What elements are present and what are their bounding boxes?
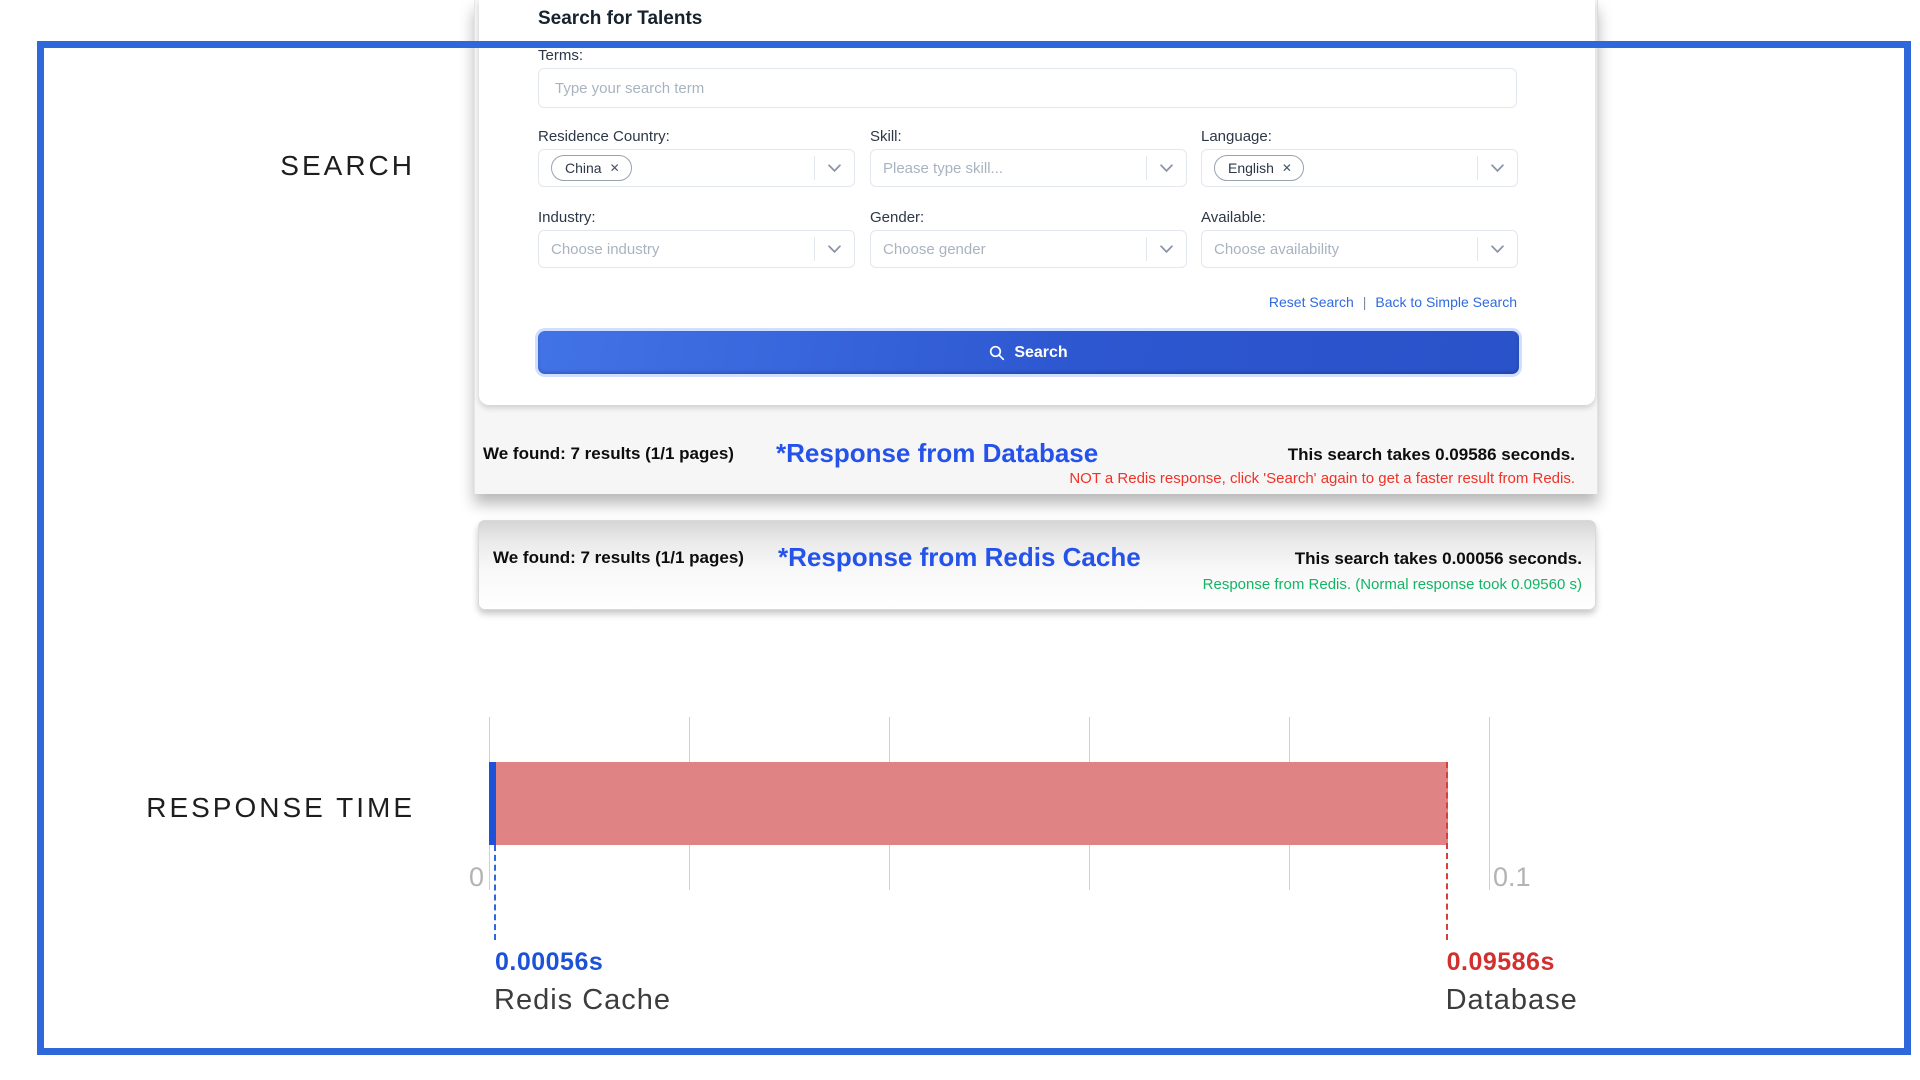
database-dashed-line — [1446, 762, 1448, 940]
language-label: Language: — [1201, 128, 1272, 145]
search-results-card: Search for Talents Terms: Residence Coun… — [474, 0, 1598, 494]
redis-result-count: We found: 7 results (1/1 pages) — [493, 548, 744, 568]
industry-select[interactable]: Choose industry — [538, 230, 855, 268]
link-separator: | — [1363, 294, 1367, 310]
section-label-search: SEARCH — [95, 150, 415, 182]
redis-value-label: 0.00056s — [495, 948, 603, 977]
industry-label: Industry: — [538, 209, 596, 226]
selected-chip-china: China ✕ — [551, 155, 632, 181]
form-links: Reset Search | Back to Simple Search — [1269, 294, 1517, 310]
redis-dashed-line — [494, 845, 496, 940]
axis-tick-zero: 0 — [452, 862, 484, 893]
chevron-down-icon — [1146, 237, 1186, 261]
available-placeholder: Choose availability — [1214, 241, 1339, 258]
chevron-down-icon — [1477, 156, 1517, 180]
chevron-down-icon — [814, 237, 854, 261]
redis-result-source: *Response from Redis Cache — [778, 542, 1141, 573]
page-title: Search for Talents — [538, 8, 702, 30]
gender-label: Gender: — [870, 209, 924, 226]
redis-result-card: We found: 7 results (1/1 pages) *Respons… — [478, 520, 1596, 610]
search-form-panel: Search for Talents Terms: Residence Coun… — [479, 0, 1595, 405]
industry-placeholder: Choose industry — [551, 241, 659, 258]
chevron-down-icon — [814, 156, 854, 180]
skill-label: Skill: — [870, 128, 902, 145]
chevron-down-icon — [1477, 237, 1517, 261]
residence-country-select[interactable]: China ✕ — [538, 149, 855, 187]
remove-icon[interactable]: ✕ — [1282, 162, 1292, 174]
bar-database — [489, 762, 1448, 845]
available-select[interactable]: Choose availability — [1201, 230, 1518, 268]
redis-category-label: Redis Cache — [494, 984, 671, 1017]
db-result-note: NOT a Redis response, click 'Search' aga… — [1069, 470, 1575, 487]
skill-placeholder: Please type skill... — [883, 160, 1003, 177]
database-category-label: Database — [1446, 984, 1578, 1017]
terms-label: Terms: — [538, 47, 583, 64]
remove-icon[interactable]: ✕ — [610, 162, 620, 174]
selected-chip-english: English ✕ — [1214, 155, 1304, 181]
search-button[interactable]: Search — [538, 331, 1519, 374]
search-icon — [989, 345, 1005, 361]
bar-redis — [489, 762, 496, 845]
axis-tick-max: 0.1 — [1493, 862, 1531, 893]
gender-select[interactable]: Choose gender — [870, 230, 1187, 268]
gender-placeholder: Choose gender — [883, 241, 986, 258]
section-label-response-time: RESPONSE TIME — [95, 792, 415, 824]
chevron-down-icon — [1146, 156, 1186, 180]
terms-input[interactable] — [538, 68, 1517, 108]
database-value-label: 0.09586s — [1447, 948, 1555, 977]
db-result-time: This search takes 0.09586 seconds. — [1288, 445, 1575, 465]
reset-search-link[interactable]: Reset Search — [1269, 294, 1354, 310]
residence-country-label: Residence Country: — [538, 128, 670, 145]
db-result-source: *Response from Database — [776, 438, 1098, 469]
back-to-simple-search-link[interactable]: Back to Simple Search — [1375, 294, 1517, 310]
skill-select[interactable]: Please type skill... — [870, 149, 1187, 187]
db-result-count: We found: 7 results (1/1 pages) — [483, 444, 734, 464]
language-select[interactable]: English ✕ — [1201, 149, 1518, 187]
available-label: Available: — [1201, 209, 1266, 226]
redis-result-time: This search takes 0.00056 seconds. — [1295, 549, 1582, 569]
redis-result-note: Response from Redis. (Normal response to… — [1203, 576, 1582, 593]
